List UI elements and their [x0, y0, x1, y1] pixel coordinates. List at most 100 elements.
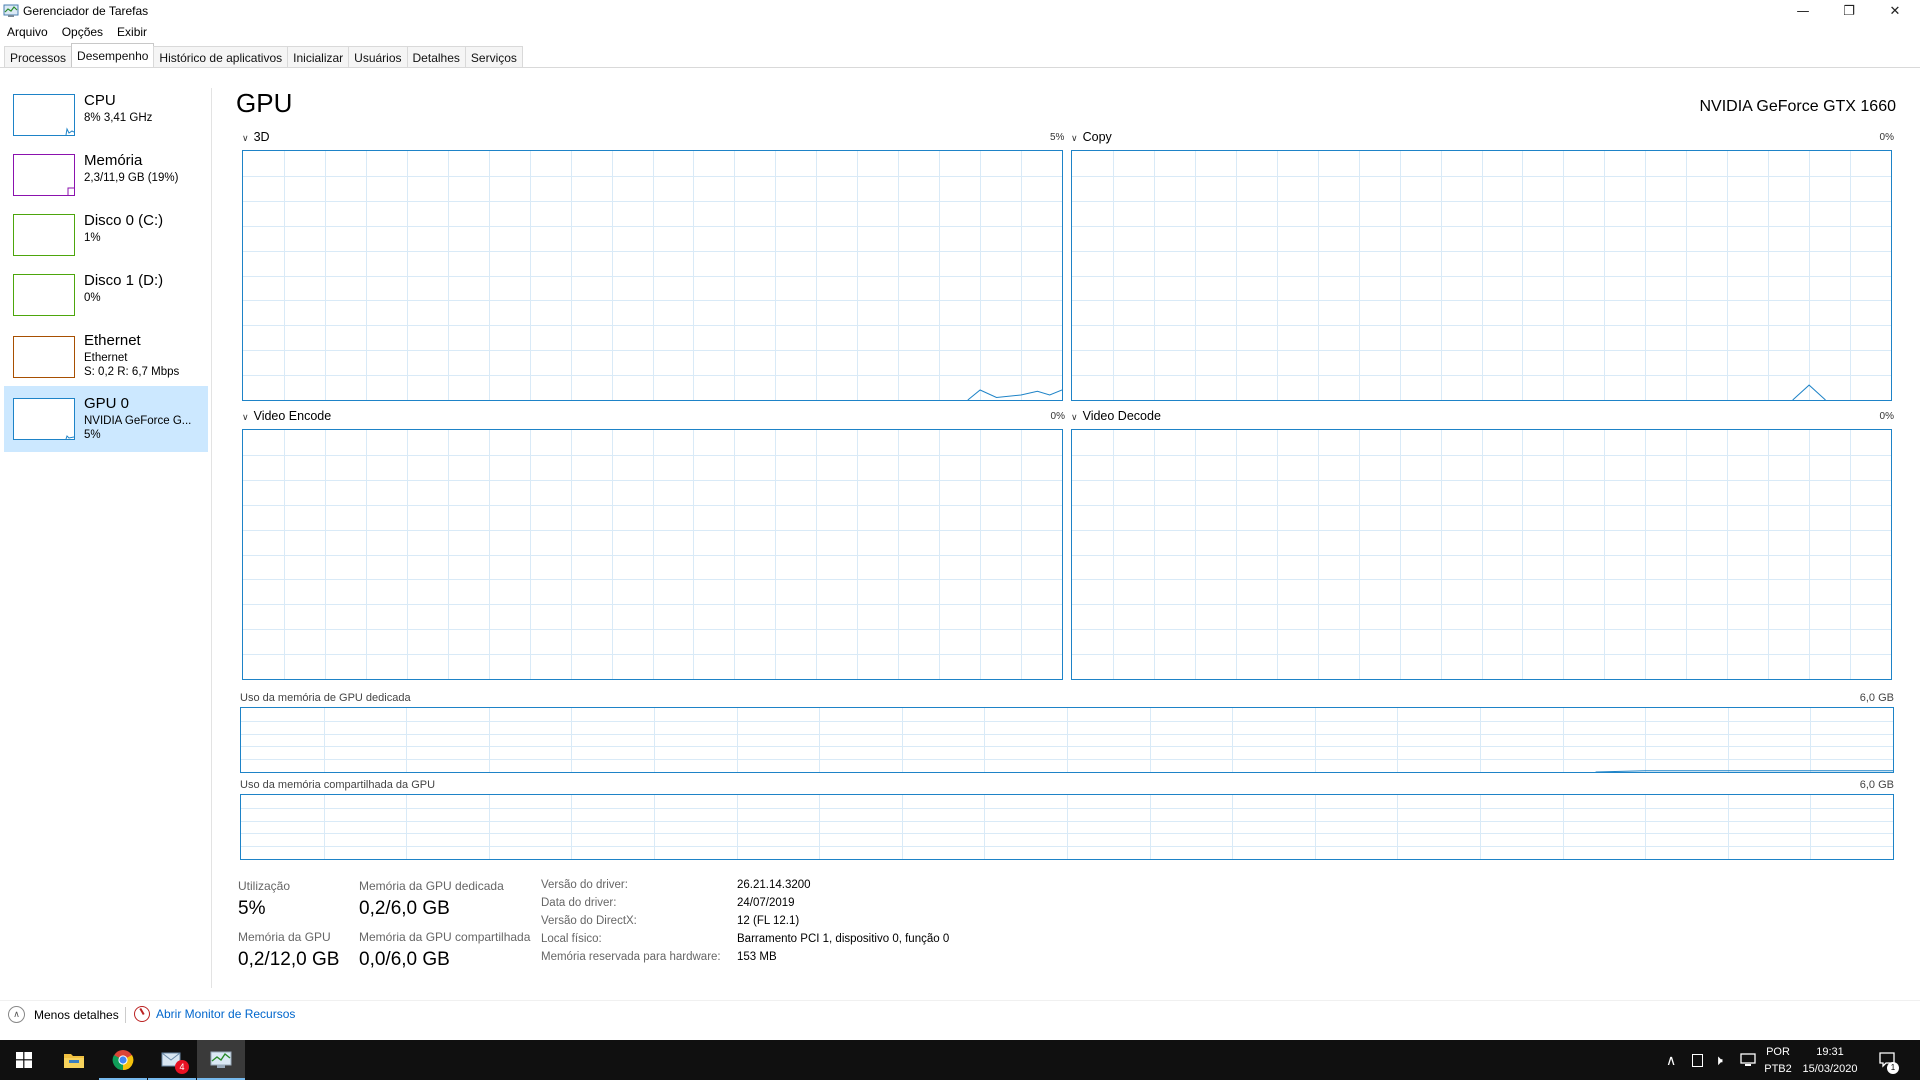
tab-historico-aplicativos[interactable]: Histórico de aplicativos [153, 46, 289, 67]
graph-3d [242, 150, 1063, 401]
windows-logo-icon [16, 1052, 32, 1068]
sidebar-item-usage: 5% [84, 429, 101, 441]
clock-time: 19:31 [1816, 1046, 1844, 1058]
sidebar-item-detail: NVIDIA GeForce G... [84, 415, 192, 427]
graph-canvas [241, 708, 1893, 772]
graph-canvas [1072, 430, 1891, 679]
ethernet-thumbnail-graph [13, 336, 75, 378]
graph-video-decode [1071, 429, 1892, 680]
tab-detalhes[interactable]: Detalhes [406, 46, 466, 67]
graph-canvas [1072, 151, 1891, 400]
memory-thumbnail-graph [13, 154, 75, 196]
dedicated-memory-max: 6,0 GB [1859, 692, 1894, 704]
menu-exibir[interactable]: Exibir [110, 22, 154, 44]
sidebar-item-label: GPU 0 [84, 395, 130, 412]
info-value: 26.21.14.3200 [737, 879, 811, 891]
sidebar-item-disco-1[interactable]: Disco 1 (D:) 0% [4, 266, 208, 326]
restore-button[interactable]: ❐ [1826, 0, 1872, 22]
page-title: GPU [236, 88, 293, 118]
shared-memory-max: 6,0 GB [1859, 779, 1894, 791]
speaker-icon: 🕨 [1714, 1051, 1723, 1068]
title-bar: Gerenciador de Tarefas — ❐ ✕ [0, 0, 1920, 22]
footer-divider [0, 1000, 1920, 1001]
tab-processos[interactable]: Processos [4, 46, 73, 67]
less-details-button[interactable]: ∧ Menos detalhes [8, 1006, 119, 1023]
sidebar-item-disco-0[interactable]: Disco 0 (C:) 1% [4, 206, 208, 266]
sidebar-item-detail: 8% 3,41 GHz [84, 112, 153, 124]
task-manager-icon [210, 1051, 232, 1068]
minimize-button[interactable]: — [1780, 0, 1826, 22]
sidebar-item-cpu[interactable]: CPU 8% 3,41 GHz [4, 86, 208, 146]
info-key: Local físico: [541, 933, 602, 945]
engine-selector-video-decode[interactable]: ∨ Video Decode [1071, 409, 1161, 423]
cpu-thumbnail-graph [13, 94, 75, 136]
dedicated-gpu-memory-value: 0,2/6,0 GB [359, 898, 450, 919]
tab-desempenho[interactable]: Desempenho [71, 43, 155, 67]
tab-servicos[interactable]: Serviços [464, 46, 523, 67]
sidebar-item-memoria[interactable]: Memória 2,3/11,9 GB (19%) [4, 146, 208, 206]
chrome-button[interactable] [99, 1040, 147, 1080]
minimize-icon: — [1796, 3, 1810, 19]
footer-separator [125, 1007, 126, 1023]
info-value: 12 (FL 12.1) [737, 915, 800, 927]
sidebar-item-detail: 1% [84, 232, 101, 244]
graph-shared-memory [240, 794, 1894, 860]
chrome-icon [112, 1050, 134, 1071]
sidebar-item-gpu-0[interactable]: GPU 0 NVIDIA GeForce G... 5% [4, 386, 208, 452]
open-resource-monitor-link[interactable]: Abrir Monitor de Recursos [134, 1006, 295, 1022]
graph-copy [1071, 150, 1892, 401]
usage-trace [967, 389, 1062, 400]
graph-canvas [241, 795, 1893, 859]
engine-selector-3d[interactable]: ∨ 3D [242, 130, 270, 144]
performance-sidebar: CPU 8% 3,41 GHz Memória 2,3/11,9 GB (19%… [0, 68, 212, 988]
clock-date: 15/03/2020 [1802, 1063, 1858, 1075]
menu-arquivo[interactable]: Arquivo [0, 22, 55, 44]
sidebar-item-ethernet[interactable]: Ethernet Ethernet S: 0,2 R: 6,7 Mbps [4, 326, 208, 386]
info-value: 153 MB [737, 951, 777, 963]
sidebar-divider [211, 88, 212, 988]
engine-label: Video Encode [253, 409, 332, 423]
sidebar-item-detail: Ethernet [84, 352, 128, 364]
gpu-memory-label: Memória da GPU [238, 930, 331, 944]
graph-dedicated-memory [240, 707, 1894, 773]
sidebar-item-label: Ethernet [84, 332, 141, 349]
engine-percent: 0% [1050, 411, 1065, 422]
start-button[interactable] [0, 1040, 48, 1080]
sidebar-item-detail: 0% [84, 292, 101, 304]
disk0-thumbnail-graph [13, 214, 75, 256]
info-value: Barramento PCI 1, dispositivo 0, função … [737, 933, 950, 945]
engine-label: Video Decode [1082, 409, 1161, 423]
disk1-thumbnail-graph [13, 274, 75, 316]
tray-app-icon[interactable] [1692, 1040, 1703, 1080]
action-center-button[interactable]: 1 [1878, 1040, 1899, 1080]
chevron-down-icon: ∨ [242, 133, 249, 143]
gpu-thumbnail-graph [13, 398, 75, 440]
resource-monitor-icon [134, 1006, 150, 1022]
engine-label: 3D [253, 130, 270, 144]
shared-gpu-memory-label: Memória da GPU compartilhada [359, 930, 531, 944]
engine-percent: 5% [1050, 132, 1065, 143]
show-hidden-icons-button[interactable]: ∧ [1666, 1040, 1676, 1080]
engine-percent: 0% [1879, 411, 1894, 422]
dedicated-gpu-memory-label: Memória da GPU dedicada [359, 879, 504, 893]
close-button[interactable]: ✕ [1872, 0, 1918, 22]
tab-inicializar[interactable]: Inicializar [287, 46, 350, 67]
engine-selector-copy[interactable]: ∨ Copy [1071, 130, 1112, 144]
mail-app-button[interactable]: 4 [148, 1040, 196, 1080]
engine-label: Copy [1082, 130, 1112, 144]
file-explorer-button[interactable] [50, 1040, 98, 1080]
graph-video-encode [242, 429, 1063, 680]
tab-usuarios[interactable]: Usuários [348, 46, 408, 67]
chevron-down-icon: ∨ [1071, 133, 1078, 143]
engine-selector-video-encode[interactable]: ∨ Video Encode [242, 409, 331, 423]
taskbar: 4 ∧ 🕨 POR PTB2 19:31 15/03/2020 1 [0, 1040, 1920, 1080]
task-manager-taskbar-button[interactable] [197, 1040, 245, 1080]
resource-monitor-label: Abrir Monitor de Recursos [156, 1007, 296, 1021]
menu-opcoes[interactable]: Opções [55, 22, 110, 44]
less-details-label: Menos detalhes [34, 1007, 119, 1022]
info-key: Versão do DirectX: [541, 915, 637, 927]
clock[interactable]: 19:31 15/03/2020 [1790, 1044, 1870, 1078]
sidebar-item-throughput: S: 0,2 R: 6,7 Mbps [84, 366, 180, 378]
volume-button[interactable]: 🕨 [1714, 1040, 1723, 1080]
chevron-up-icon: ∧ [1666, 1051, 1677, 1068]
